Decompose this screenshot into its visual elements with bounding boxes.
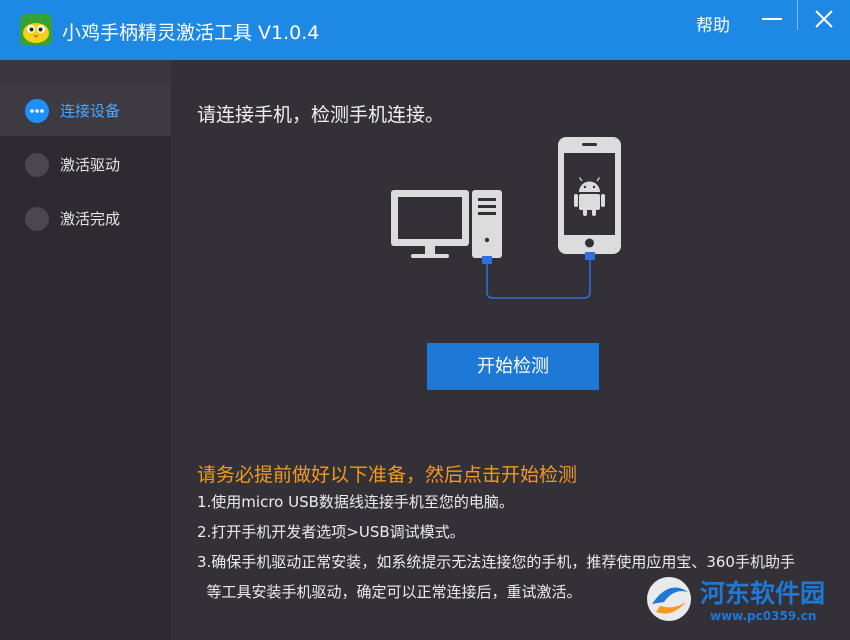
- connection-illustration: [391, 137, 621, 299]
- main-panel: 请连接手机，检测手机连接。 开始检测 请务必提前做好以下准备，然后点击开始检测 …: [171, 60, 850, 640]
- notice-line: 3.确保手机驱动正常安装，如系统提示无法连接您的手机，推荐使用应用宝、360手机…: [197, 553, 795, 571]
- watermark: 河东软件园 www.pc0359.cn: [640, 570, 850, 640]
- app-window: 小鸡手柄精灵激活工具 V1.0.4 帮助 连接设备 激活驱动 激活完成 请连接手…: [0, 0, 850, 640]
- titlebar-divider: [797, 0, 798, 30]
- page-title: 请连接手机，检测手机连接。: [197, 104, 445, 126]
- watermark-logo-icon: [647, 577, 691, 621]
- usb-cable-icon: [486, 260, 591, 299]
- step-active-icon: [25, 99, 49, 123]
- minimize-icon[interactable]: [762, 18, 782, 20]
- app-logo-icon: [20, 14, 52, 46]
- window-title: 小鸡手柄精灵激活工具 V1.0.4: [62, 22, 320, 44]
- step-pending-icon: [25, 153, 49, 177]
- step-activation-complete[interactable]: 激活完成: [0, 192, 171, 244]
- step-label: 连接设备: [60, 102, 121, 120]
- close-icon[interactable]: [814, 9, 834, 29]
- step-pending-icon: [25, 207, 49, 231]
- computer-icon: [391, 190, 502, 264]
- notice-line: 1.使用micro USB数据线连接手机至您的电脑。: [197, 493, 514, 511]
- notice-line: 等工具安装手机驱动，确定可以正常连接后，重试激活。: [197, 583, 582, 601]
- phone-android-icon: [558, 137, 621, 260]
- sidebar-header: [0, 60, 171, 84]
- watermark-url: www.pc0359.cn: [710, 609, 817, 623]
- step-label: 激活完成: [60, 210, 121, 228]
- watermark-text: 河东软件园: [700, 579, 826, 608]
- start-detect-button[interactable]: 开始检测: [427, 343, 599, 390]
- sidebar: 连接设备 激活驱动 激活完成: [0, 60, 171, 640]
- help-button[interactable]: 帮助: [696, 11, 730, 36]
- step-connect-device[interactable]: 连接设备: [0, 84, 171, 136]
- notice-title: 请务必提前做好以下准备，然后点击开始检测: [197, 464, 578, 486]
- title-bar: 小鸡手柄精灵激活工具 V1.0.4 帮助: [0, 0, 850, 60]
- step-activate-driver[interactable]: 激活驱动: [0, 138, 171, 190]
- step-label: 激活驱动: [60, 156, 121, 174]
- notice-line: 2.打开手机开发者选项>USB调试模式。: [197, 523, 465, 541]
